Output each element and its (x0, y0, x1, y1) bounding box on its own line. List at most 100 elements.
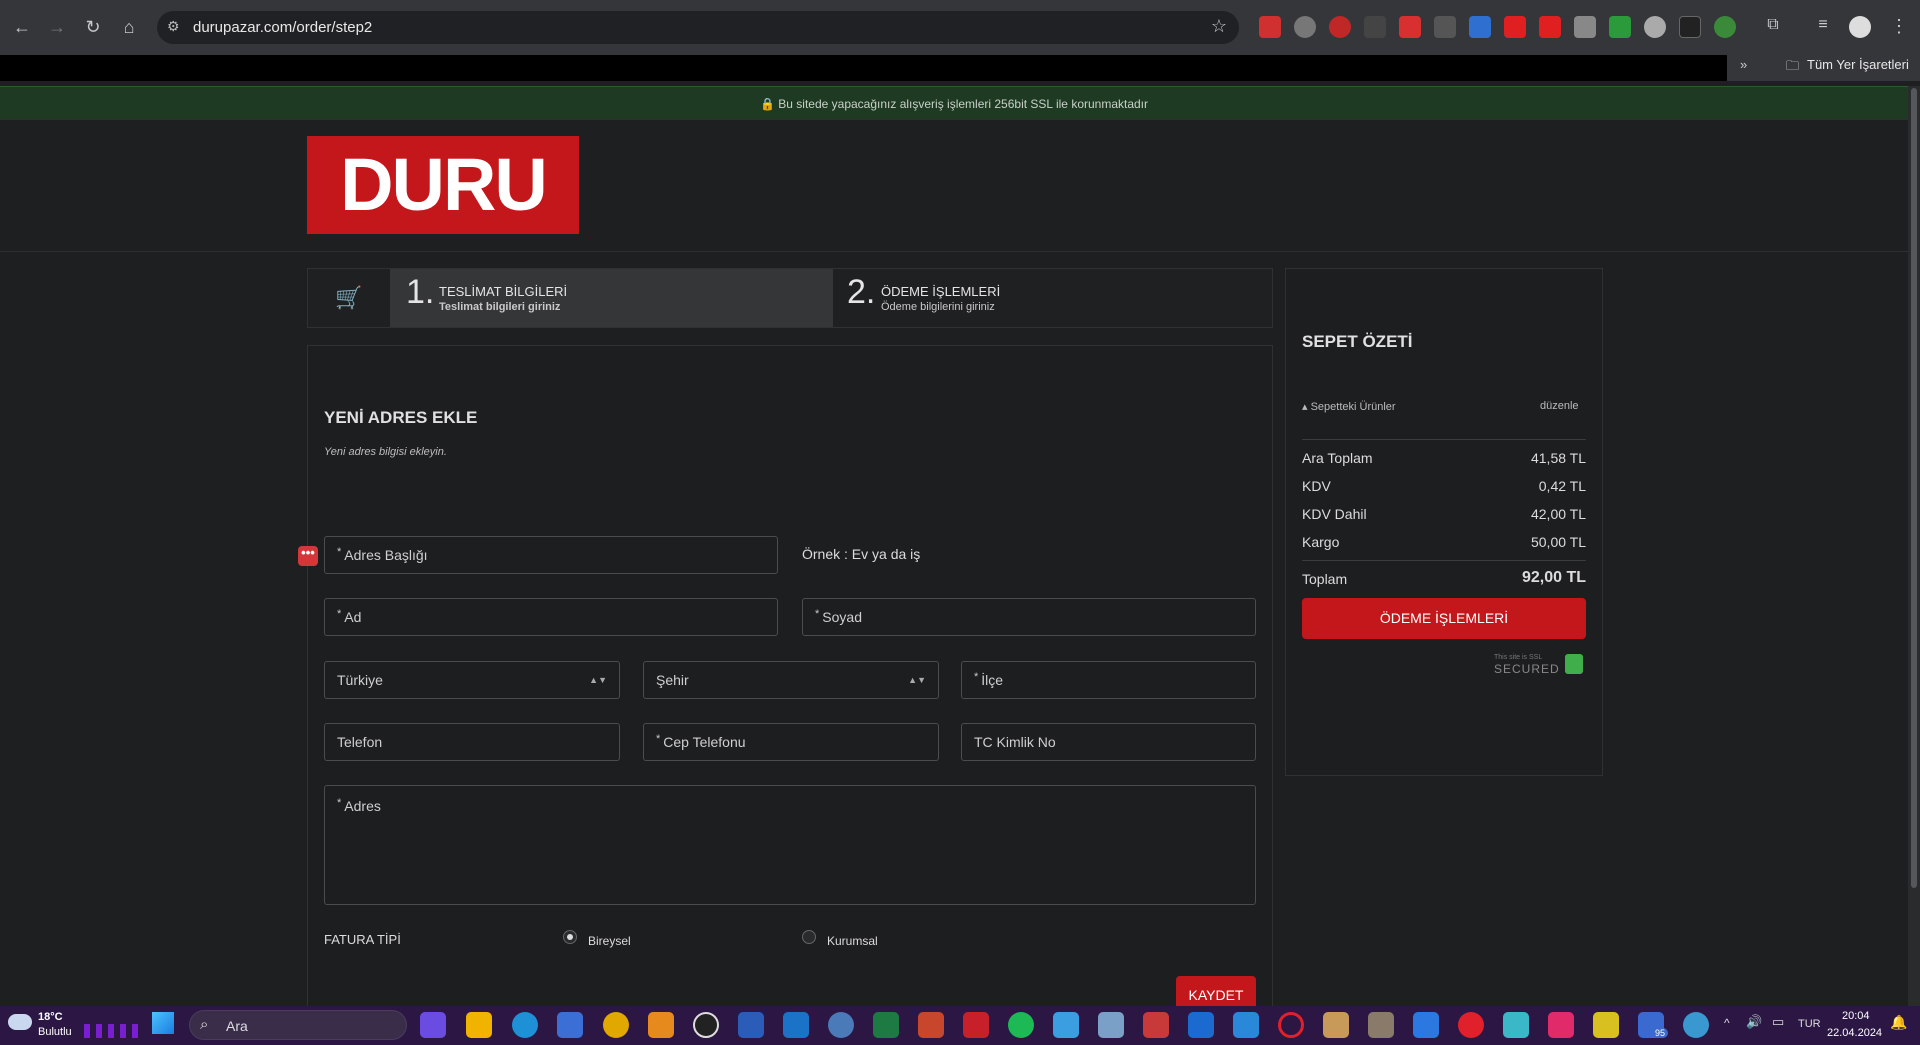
weather-desc[interactable]: Bulutlu (38, 1026, 72, 1038)
address-bar[interactable]: ⚙ durupazar.com/order/step2 ☆ (157, 11, 1239, 44)
step-delivery[interactable]: 1. TESLİMAT BİLGİLERİ Teslimat bilgileri… (390, 269, 833, 327)
more-options-icon[interactable]: ••• (298, 546, 318, 566)
all-bookmarks-link[interactable]: Tüm Yer İşaretleri (1807, 57, 1909, 72)
invoice-individual-radio[interactable] (563, 930, 577, 944)
taskbar-search[interactable]: ⌕ Ara (189, 1010, 407, 1040)
app-icon[interactable] (1188, 1012, 1214, 1038)
file-explorer-icon[interactable] (466, 1012, 492, 1038)
app-icon[interactable] (1368, 1012, 1394, 1038)
extension-icon[interactable] (1679, 16, 1701, 38)
tc-id-input[interactable]: TC Kimlik No (961, 723, 1256, 761)
widget-bars (84, 1024, 144, 1038)
extension-icon[interactable] (1329, 16, 1351, 38)
address-textarea[interactable]: * Adres (324, 785, 1256, 905)
district-input[interactable]: * İlçe (961, 661, 1256, 699)
phone-input[interactable]: Telefon (324, 723, 620, 761)
invoice-individual-label[interactable]: Bireysel (588, 934, 631, 948)
invoice-corporate-radio[interactable] (802, 930, 816, 944)
app-icon[interactable] (1413, 1012, 1439, 1038)
forward-button[interactable]: → (43, 13, 71, 41)
app-icon[interactable] (1233, 1012, 1259, 1038)
summary-row: KDV Dahil 42,00 TL (1302, 506, 1586, 522)
powerpoint-icon[interactable] (918, 1012, 944, 1038)
clock-date[interactable]: 22.04.2024 (1827, 1027, 1882, 1039)
qbittorrent-icon[interactable] (828, 1012, 854, 1038)
scrollbar-thumb[interactable] (1911, 88, 1917, 888)
weather-cloud-icon[interactable] (8, 1014, 32, 1030)
summary-title: SEPET ÖZETİ (1302, 332, 1413, 351)
notepad-icon[interactable] (1053, 1012, 1079, 1038)
app-icon[interactable] (1548, 1012, 1574, 1038)
acrobat-icon[interactable] (963, 1012, 989, 1038)
address-title-input[interactable]: * Adres Başlığı (324, 536, 778, 574)
spotify-icon[interactable] (1008, 1012, 1034, 1038)
app-icon[interactable] (1683, 1012, 1709, 1038)
extension-icon[interactable] (1364, 16, 1386, 38)
cart-items-toggle[interactable]: ▴ Sepetteki Ürünler (1302, 400, 1396, 413)
last-name-input[interactable]: * Soyad (802, 598, 1256, 636)
page-scrollbar[interactable] (1908, 86, 1920, 1006)
extension-icon[interactable] (1504, 16, 1526, 38)
home-button[interactable]: ⌂ (115, 13, 143, 41)
calculator-icon[interactable] (1098, 1012, 1124, 1038)
reading-list-icon[interactable]: ≡ (1812, 16, 1834, 38)
store-icon[interactable] (557, 1012, 583, 1038)
chrome-icon[interactable] (603, 1012, 629, 1038)
edge-icon[interactable] (512, 1012, 538, 1038)
step-payment[interactable]: 2. ÖDEME İŞLEMLERİ Ödeme bilgilerini gir… (833, 269, 1272, 327)
start-icon[interactable] (152, 1012, 174, 1034)
app-icon[interactable] (1593, 1012, 1619, 1038)
clock-time[interactable]: 20:04 (1842, 1010, 1870, 1022)
extension-icon[interactable] (1574, 16, 1596, 38)
outlook-icon[interactable] (783, 1012, 809, 1038)
profile-avatar[interactable] (1849, 16, 1871, 38)
search-placeholder: Ara (226, 1018, 248, 1034)
city-select[interactable]: Şehir ▲▼ (643, 661, 939, 699)
b-app-icon[interactable] (693, 1012, 719, 1038)
word-icon[interactable] (738, 1012, 764, 1038)
app-icon[interactable] (1323, 1012, 1349, 1038)
extension-icon[interactable] (1714, 16, 1736, 38)
search-icon: ⌕ (200, 1016, 209, 1033)
copilot-icon[interactable] (420, 1012, 446, 1038)
back-button[interactable]: ← (8, 13, 36, 41)
duru-logo[interactable]: DURU (307, 136, 579, 234)
proceed-payment-button[interactable]: ÖDEME İŞLEMLERİ (1302, 598, 1586, 639)
country-select[interactable]: Türkiye ▲▼ (324, 661, 620, 699)
step-number: 1. (406, 273, 435, 311)
app-icon[interactable] (1503, 1012, 1529, 1038)
site-settings-icon[interactable]: ⚙ (167, 18, 187, 36)
notification-bell-icon[interactable]: 🔔 (1890, 1014, 1907, 1031)
extension-icon[interactable] (1469, 16, 1491, 38)
extension-icon[interactable] (1609, 16, 1631, 38)
tray-chevron-icon[interactable]: ^ (1724, 1016, 1730, 1030)
weather-temp[interactable]: 18°C (38, 1011, 63, 1023)
snipping-icon[interactable] (1143, 1012, 1169, 1038)
media-player-icon[interactable] (1458, 1012, 1484, 1038)
mobile-phone-input[interactable]: * Cep Telefonu (643, 723, 939, 761)
first-name-input[interactable]: * Ad (324, 598, 778, 636)
extension-icon[interactable] (1259, 16, 1281, 38)
menu-icon[interactable]: ⋮ (1888, 16, 1910, 38)
extension-icon[interactable] (1644, 16, 1666, 38)
search-app-icon[interactable] (648, 1012, 674, 1038)
extension-icon[interactable] (1294, 16, 1316, 38)
opera-icon[interactable] (1278, 1012, 1304, 1038)
bookmark-star-icon[interactable]: ☆ (1211, 16, 1227, 37)
extension-icon[interactable] (1539, 16, 1561, 38)
bookmarks-overflow-icon[interactable]: » (1740, 57, 1747, 72)
extensions-puzzle-icon[interactable]: ⧉ (1762, 16, 1784, 38)
reload-button[interactable]: ↻ (79, 13, 107, 41)
volume-icon[interactable]: 🔊 (1746, 1014, 1762, 1030)
language-indicator[interactable]: TUR (1798, 1018, 1821, 1030)
extension-icon[interactable] (1399, 16, 1421, 38)
invoice-corporate-label[interactable]: Kurumsal (827, 934, 878, 948)
network-icon[interactable]: ▭ (1772, 1014, 1784, 1030)
bookmarks-strip (0, 55, 1727, 81)
url-text[interactable]: durupazar.com/order/step2 (193, 19, 372, 36)
extension-icon[interactable] (1434, 16, 1456, 38)
notification-badge: 95 (1652, 1028, 1669, 1038)
excel-icon[interactable] (873, 1012, 899, 1038)
ssl-badge-top: This site is SSL (1494, 654, 1543, 661)
edit-cart-link[interactable]: düzenle (1540, 400, 1579, 412)
